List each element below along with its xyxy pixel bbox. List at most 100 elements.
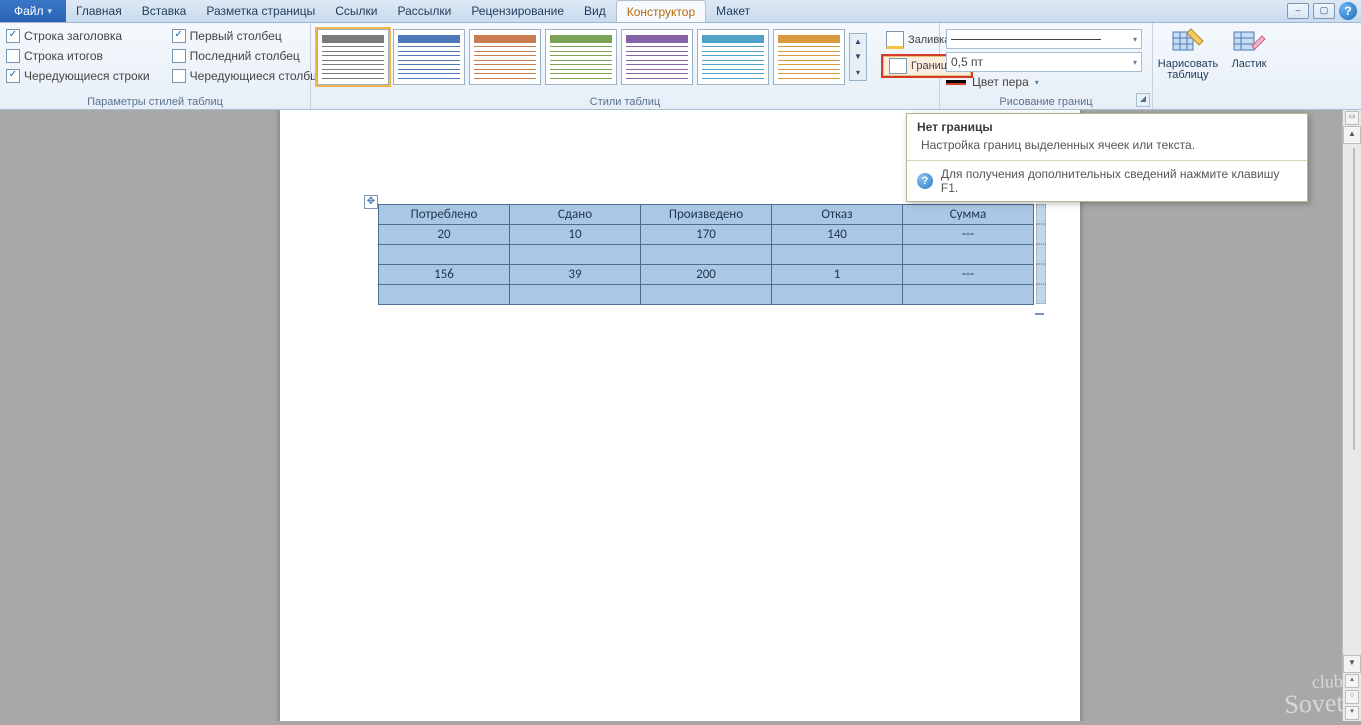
tab-рецензирование[interactable]: Рецензирование — [461, 0, 574, 22]
table-header-cell[interactable]: Потреблено — [379, 205, 510, 225]
tab-разметка страницы[interactable]: Разметка страницы — [196, 0, 325, 22]
row-selection-marker[interactable] — [1036, 264, 1046, 284]
table-header-cell[interactable]: Отказ — [772, 205, 903, 225]
checkbox-icon — [172, 49, 186, 63]
table-cell[interactable]: 39 — [510, 265, 641, 285]
scroll-thumb[interactable] — [1353, 148, 1355, 450]
checkbox-icon — [172, 29, 186, 43]
tooltip-footer: Для получения дополнительных сведений на… — [941, 167, 1297, 195]
tooltip-title: Нет границы — [907, 114, 1307, 136]
table-cell[interactable]: --- — [903, 225, 1034, 245]
checkbox-icon — [6, 69, 20, 83]
browse-object-button[interactable]: ○ — [1345, 690, 1359, 704]
pen-weight-dropdown[interactable]: 0,5 пт▾ — [946, 52, 1142, 72]
table-cell[interactable]: 156 — [379, 265, 510, 285]
help-button[interactable]: ? — [1339, 2, 1357, 20]
table-cell[interactable] — [641, 245, 772, 265]
document-table[interactable]: ПотребленоСданоПроизведеноОтказСумма 2010… — [378, 204, 1034, 305]
table-cell[interactable] — [379, 245, 510, 265]
option-строка-итогов[interactable]: Строка итогов — [6, 49, 150, 63]
row-selection-marker[interactable] — [1036, 204, 1046, 224]
next-page-button[interactable]: ▾ — [1345, 706, 1359, 720]
borders-tooltip: Нет границы Настройка границ выделенных … — [906, 113, 1308, 202]
eraser-icon — [1232, 27, 1266, 57]
table-style-gallery[interactable]: ▲▼▾ — [317, 25, 867, 85]
table-style-swatch[interactable] — [621, 29, 693, 85]
vertical-scrollbar[interactable]: ▭ ▲ ▼ ▴ ○ ▾ — [1342, 110, 1361, 721]
table-cell[interactable]: 20 — [379, 225, 510, 245]
table-cell[interactable] — [510, 245, 641, 265]
pen-color-button[interactable]: Цвет пера ▾ — [946, 75, 1146, 89]
group-draw: Нарисовать таблицу Ластик — [1153, 23, 1295, 109]
table-cell[interactable]: 140 — [772, 225, 903, 245]
table-cell[interactable]: 1 — [772, 265, 903, 285]
table-style-swatch[interactable] — [545, 29, 617, 85]
table-cell[interactable] — [772, 285, 903, 305]
table-header-cell[interactable]: Сумма — [903, 205, 1034, 225]
table-style-swatch[interactable] — [469, 29, 541, 85]
option-первый-столбец[interactable]: Первый столбец — [172, 29, 326, 43]
table-resize-handle[interactable] — [1035, 313, 1044, 315]
ruler-toggle-icon[interactable]: ▭ — [1345, 111, 1359, 125]
row-selection-marker[interactable] — [1036, 224, 1046, 244]
option-строка-заголовка[interactable]: Строка заголовка — [6, 29, 150, 43]
tab-главная[interactable]: Главная — [66, 0, 132, 22]
option-последний-столбец[interactable]: Последний столбец — [172, 49, 326, 63]
prev-page-button[interactable]: ▴ — [1345, 674, 1359, 688]
tab-ссылки[interactable]: Ссылки — [325, 0, 387, 22]
table-move-handle[interactable]: ✥ — [364, 195, 378, 209]
option-label: Чередующиеся столбцы — [190, 69, 326, 83]
gallery-more-button[interactable]: ▲▼▾ — [849, 33, 867, 81]
group-table-style-options: Строка заголовка Строка итогов Чередующиес… — [0, 23, 311, 109]
option-чередующиеся-строки[interactable]: Чередующиеся строки — [6, 69, 150, 83]
row-selection-marker[interactable] — [1036, 284, 1046, 304]
scroll-up-button[interactable]: ▲ — [1343, 126, 1361, 144]
group-label: Параметры стилей таблиц — [0, 96, 310, 108]
option-label: Чередующиеся строки — [24, 69, 150, 83]
table-style-swatch[interactable] — [773, 29, 845, 85]
table-header-cell[interactable]: Сдано — [510, 205, 641, 225]
table-cell[interactable]: --- — [903, 265, 1034, 285]
tab-конструктор[interactable]: Конструктор — [616, 0, 706, 22]
option-label: Первый столбец — [190, 29, 282, 43]
pencil-table-icon — [1171, 27, 1205, 57]
draw-table-button[interactable]: Нарисовать таблицу — [1159, 27, 1217, 81]
table-cell[interactable]: 170 — [641, 225, 772, 245]
bucket-icon — [886, 31, 904, 49]
checkbox-icon — [6, 29, 20, 43]
menu-tabs: Файл ГлавнаяВставкаРазметка страницыСсыл… — [0, 0, 1361, 23]
table-cell[interactable] — [772, 245, 903, 265]
option-label: Строка заголовка — [24, 29, 122, 43]
tab-вид[interactable]: Вид — [574, 0, 616, 22]
option-label: Последний столбец — [190, 49, 300, 63]
table-cell[interactable] — [379, 285, 510, 305]
option-чередующиеся-столбцы[interactable]: Чередующиеся столбцы — [172, 69, 326, 83]
dialog-launcher[interactable]: ◢ — [1136, 93, 1150, 107]
table-style-swatch[interactable] — [697, 29, 769, 85]
tab-макет[interactable]: Макет — [706, 0, 760, 22]
tooltip-body: Настройка границ выделенных ячеек или те… — [907, 136, 1307, 160]
table-cell[interactable]: 10 — [510, 225, 641, 245]
table-style-swatch[interactable] — [317, 29, 389, 85]
option-label: Строка итогов — [24, 49, 103, 63]
group-label: Рисование границ — [940, 96, 1152, 108]
tab-рассылки[interactable]: Рассылки — [387, 0, 461, 22]
table-cell[interactable] — [510, 285, 641, 305]
window-min-button[interactable]: – — [1287, 3, 1309, 19]
tab-вставка[interactable]: Вставка — [132, 0, 197, 22]
group-table-styles: ▲▼▾ Заливка▾ Границы▾ Стили таблиц — [311, 23, 940, 109]
table-cell[interactable] — [903, 285, 1034, 305]
row-selection-marker[interactable] — [1036, 244, 1046, 264]
file-menu[interactable]: Файл — [0, 0, 66, 22]
table-cell[interactable] — [641, 285, 772, 305]
table-header-cell[interactable]: Произведено — [641, 205, 772, 225]
borders-icon — [889, 58, 907, 74]
eraser-button[interactable]: Ластик — [1227, 27, 1271, 81]
table-cell[interactable] — [903, 245, 1034, 265]
pen-style-dropdown[interactable]: ▾ — [946, 29, 1142, 49]
table-cell[interactable]: 200 — [641, 265, 772, 285]
help-icon: ? — [917, 173, 933, 189]
window-restore-button[interactable]: ▢ — [1313, 3, 1335, 19]
table-style-swatch[interactable] — [393, 29, 465, 85]
scroll-down-button[interactable]: ▼ — [1343, 655, 1361, 673]
